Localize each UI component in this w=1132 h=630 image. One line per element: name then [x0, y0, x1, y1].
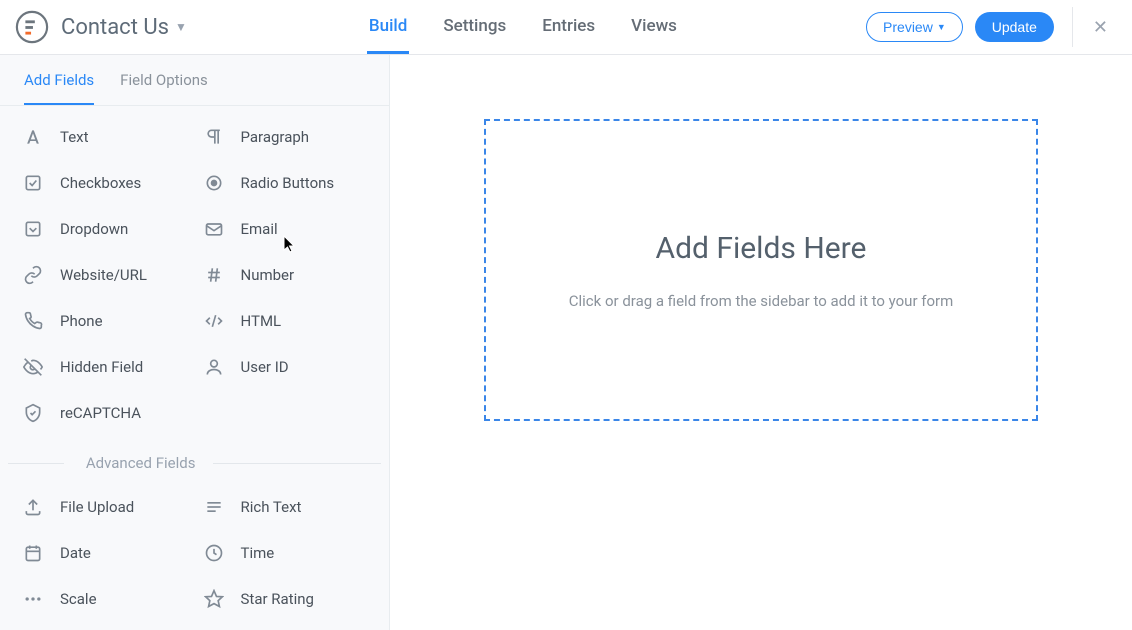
- phone-icon: [22, 310, 44, 332]
- field-html[interactable]: HTML: [195, 298, 376, 344]
- tab-views[interactable]: Views: [629, 0, 679, 54]
- field-label: Email: [241, 220, 278, 238]
- form-title-dropdown[interactable]: Contact Us ▼: [61, 15, 187, 40]
- dropzone-title: Add Fields Here: [656, 231, 867, 266]
- top-bar: Contact Us ▼ Build Settings Entries View…: [0, 0, 1132, 55]
- chevron-down-icon: ▼: [175, 20, 187, 34]
- field-label: Dropdown: [60, 220, 128, 238]
- sidebar: Add Fields Field Options Text Paragraph …: [0, 55, 390, 630]
- lines-icon: [203, 496, 225, 518]
- section-label: Advanced Fields: [64, 454, 214, 472]
- advanced-fields-grid: File Upload Rich Text Date Time Scale: [0, 476, 389, 622]
- field-label: Paragraph: [241, 128, 310, 146]
- link-icon: [22, 264, 44, 286]
- code-icon: [203, 310, 225, 332]
- clock-icon: [203, 542, 225, 564]
- dropdown-icon: [22, 218, 44, 240]
- field-label: Star Rating: [241, 590, 314, 608]
- top-actions: Preview ▼ Update ✕: [866, 7, 1112, 47]
- upload-icon: [22, 496, 44, 518]
- field-label: Text: [60, 128, 89, 146]
- field-text[interactable]: Text: [14, 114, 195, 160]
- divider: [213, 463, 381, 464]
- logo-title-wrap: Contact Us ▼: [15, 10, 187, 44]
- scale-dots-icon: [22, 588, 44, 610]
- field-label: Radio Buttons: [241, 174, 335, 192]
- user-icon: [203, 356, 225, 378]
- field-scale[interactable]: Scale: [14, 576, 195, 622]
- canvas: Add Fields Here Click or drag a field fr…: [390, 55, 1132, 630]
- field-label: Scale: [60, 590, 97, 608]
- text-icon: [22, 126, 44, 148]
- field-checkboxes[interactable]: Checkboxes: [14, 160, 195, 206]
- close-icon[interactable]: ✕: [1089, 13, 1112, 42]
- fields-list: Text Paragraph Checkboxes Radio Buttons …: [0, 106, 389, 630]
- app-logo: [15, 10, 49, 44]
- eye-off-icon: [22, 356, 44, 378]
- field-label: Website/URL: [60, 266, 147, 284]
- field-label: Hidden Field: [60, 358, 143, 376]
- main-tabs: Build Settings Entries Views: [367, 0, 679, 54]
- paragraph-icon: [203, 126, 225, 148]
- form-title-text: Contact Us: [61, 15, 169, 40]
- field-label: Checkboxes: [60, 174, 141, 192]
- workspace: Add Fields Field Options Text Paragraph …: [0, 55, 1132, 630]
- tab-settings[interactable]: Settings: [441, 0, 508, 54]
- field-number[interactable]: Number: [195, 252, 376, 298]
- radio-icon: [203, 172, 225, 194]
- dropzone[interactable]: Add Fields Here Click or drag a field fr…: [484, 119, 1038, 421]
- tab-build[interactable]: Build: [367, 0, 409, 54]
- field-label: File Upload: [60, 498, 134, 516]
- field-label: User ID: [241, 358, 289, 376]
- field-rich-text[interactable]: Rich Text: [195, 484, 376, 530]
- basic-fields-grid: Text Paragraph Checkboxes Radio Buttons …: [0, 106, 389, 436]
- calendar-icon: [22, 542, 44, 564]
- field-label: reCAPTCHA: [60, 404, 141, 422]
- star-icon: [203, 588, 225, 610]
- hash-icon: [203, 264, 225, 286]
- checkbox-icon: [22, 172, 44, 194]
- field-label: Number: [241, 266, 295, 284]
- advanced-section-header: Advanced Fields: [0, 454, 389, 472]
- field-label: HTML: [241, 312, 282, 330]
- field-date[interactable]: Date: [14, 530, 195, 576]
- sidebar-tabs: Add Fields Field Options: [0, 55, 389, 106]
- field-time[interactable]: Time: [195, 530, 376, 576]
- field-url[interactable]: Website/URL: [14, 252, 195, 298]
- divider: [8, 463, 64, 464]
- preview-button[interactable]: Preview ▼: [866, 12, 963, 42]
- preview-label: Preview: [883, 19, 933, 35]
- field-email[interactable]: Email: [195, 206, 376, 252]
- update-button[interactable]: Update: [975, 12, 1054, 42]
- field-label: Phone: [60, 312, 103, 330]
- field-file-upload[interactable]: File Upload: [14, 484, 195, 530]
- field-dropdown[interactable]: Dropdown: [14, 206, 195, 252]
- dropzone-subtitle: Click or drag a field from the sidebar t…: [569, 292, 954, 310]
- field-label: Rich Text: [241, 498, 302, 516]
- shield-check-icon: [22, 402, 44, 424]
- field-star-rating[interactable]: Star Rating: [195, 576, 376, 622]
- divider: [1072, 7, 1073, 47]
- field-label: Date: [60, 544, 91, 562]
- field-user-id[interactable]: User ID: [195, 344, 376, 390]
- field-hidden[interactable]: Hidden Field: [14, 344, 195, 390]
- email-icon: [203, 218, 225, 240]
- field-phone[interactable]: Phone: [14, 298, 195, 344]
- sidebar-tab-add-fields[interactable]: Add Fields: [24, 71, 94, 105]
- field-paragraph[interactable]: Paragraph: [195, 114, 376, 160]
- chevron-down-icon: ▼: [937, 22, 946, 32]
- tab-entries[interactable]: Entries: [540, 0, 597, 54]
- field-label: Time: [241, 544, 275, 562]
- sidebar-tab-field-options[interactable]: Field Options: [120, 71, 208, 105]
- field-radio-buttons[interactable]: Radio Buttons: [195, 160, 376, 206]
- field-recaptcha[interactable]: reCAPTCHA: [14, 390, 195, 436]
